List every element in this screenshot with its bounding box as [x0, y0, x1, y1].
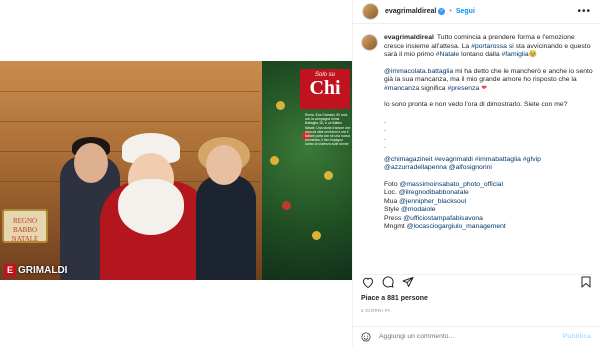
- mention-link[interactable]: @ilregnodibabbonatale: [399, 189, 469, 196]
- brand-bar: E GRIMALDI: [4, 264, 67, 277]
- credit-line: Style @modaiole: [384, 206, 593, 215]
- caption-paragraph: Io sono pronta e non vedo l'ora di dimos…: [384, 101, 568, 108]
- bookmark-icon[interactable]: [579, 275, 593, 289]
- santa-beard: [118, 179, 184, 235]
- credit-label: Style: [384, 206, 401, 213]
- post-date: 2 GIORNI FA: [361, 308, 391, 313]
- credit-line: Press @ufficiostampafabisavona: [384, 215, 593, 224]
- emoji: 🥹: [528, 51, 538, 58]
- username-link[interactable]: evagrimaldireal: [385, 8, 436, 15]
- sign-text: REGNO: [12, 217, 38, 225]
- post-header: evagrimaldireal ✓ • Segui •••: [353, 0, 600, 24]
- mention-link[interactable]: @azzurradellapenna: [384, 164, 447, 171]
- hashtag-link[interactable]: #mancanza: [384, 85, 419, 92]
- caption-avatar[interactable]: [361, 34, 378, 51]
- wall-plank: [0, 121, 260, 122]
- wall-plank: [0, 91, 260, 92]
- caption-dot: .: [384, 126, 386, 133]
- caption-paragraph: @immacolata.battaglia mi ha detto che le…: [384, 68, 593, 94]
- mention-link[interactable]: @jennipher_blacksoul: [399, 198, 466, 205]
- follow-button[interactable]: Segui: [456, 8, 475, 15]
- hashtag-link[interactable]: #gfvip: [523, 156, 541, 163]
- more-options-icon[interactable]: •••: [577, 6, 591, 17]
- avatar[interactable]: [362, 3, 379, 20]
- sign-text: NATALE: [11, 235, 39, 243]
- credit-label: Mngmt: [384, 223, 407, 230]
- post-photo-panel: REGNO BABBO NATALE Solo su Chi Roma. Eva…: [0, 0, 352, 346]
- brand-chip: E: [4, 264, 17, 277]
- caption-text: significa: [419, 84, 448, 92]
- credit-line: Foto @massimoinsabato_photo_official: [384, 181, 593, 190]
- mention-link[interactable]: @locasciogargiulo_management: [407, 223, 506, 230]
- share-icon[interactable]: [401, 275, 415, 289]
- caption-dot: .: [384, 134, 386, 142]
- separator-dot: •: [449, 8, 452, 15]
- post-photo[interactable]: REGNO BABBO NATALE Solo su Chi Roma. Eva…: [0, 61, 352, 280]
- caption-dot: .: [384, 143, 386, 150]
- like-heart-icon[interactable]: [361, 275, 375, 289]
- person-right: [196, 175, 256, 280]
- person-left-face: [74, 143, 108, 183]
- ornament: [270, 156, 279, 165]
- mention-link[interactable]: @ufficiostampafabisavona: [403, 215, 483, 222]
- chi-logo: Solo su Chi: [300, 69, 350, 109]
- heart-emoji: ❤: [481, 84, 487, 92]
- ornament: [324, 171, 333, 180]
- ornament: [312, 231, 321, 240]
- comment-bar: Pubblica: [352, 326, 600, 346]
- likes-count[interactable]: Piace a 881 persone: [361, 295, 428, 302]
- regno-sign: REGNO BABBO NATALE: [2, 209, 48, 243]
- credit-line: Loc. @ilregnodibabbonatale: [384, 189, 593, 198]
- credit-label: Loc.: [384, 189, 399, 196]
- action-bar: [361, 274, 593, 289]
- credit-label: Mua: [384, 197, 400, 205]
- tags-line: @chimagazineit #evagrimaldi #immabattagl…: [384, 156, 593, 165]
- caption-dot: .: [384, 117, 386, 125]
- mention-link[interactable]: @chimagazineit: [384, 156, 432, 163]
- sign-text: BABBO: [12, 226, 38, 234]
- person-right-face: [206, 145, 242, 185]
- credit-label: Foto: [384, 180, 400, 188]
- caption: evagrimaldireal Tutto comincia a prendere…: [361, 34, 593, 232]
- ornament: [276, 101, 285, 110]
- verified-badge-icon: ✓: [438, 8, 446, 15]
- caption-body: evagrimaldireal Tutto comincia a prendere…: [384, 34, 593, 232]
- caption-paragraph: evagrimaldireal Tutto comincia a prendere…: [384, 34, 593, 60]
- magazine-caption-text: Roma. Eva Grimaldi, 60 anni, con la comp…: [305, 113, 351, 147]
- emoji-icon[interactable]: [361, 331, 371, 342]
- credit-line: Mua @jennipher_blacksoul: [384, 198, 593, 207]
- mention-link[interactable]: @massimoinsabato_photo_official: [400, 181, 504, 188]
- mention-link[interactable]: @alfosignorini: [449, 164, 492, 171]
- chi-title: Chi: [309, 77, 341, 99]
- comment-icon[interactable]: [381, 275, 395, 289]
- hashtag-link[interactable]: #evagrimaldi: [434, 156, 473, 163]
- hashtag-link[interactable]: #Natale: [436, 51, 459, 58]
- tags-line: @azzurradellapenna @alfosignorini: [384, 164, 593, 173]
- hashtag-link[interactable]: #presenza: [447, 85, 479, 92]
- mention-link[interactable]: @immacolata.battaglia: [384, 68, 453, 75]
- ornament: [282, 201, 291, 210]
- hashtag-link[interactable]: #immabattaglia: [475, 156, 521, 163]
- brand-text: GRIMALDI: [18, 265, 68, 276]
- credit-line: Mngmt @locasciogargiulo_management: [384, 223, 593, 232]
- mention-link[interactable]: @modaiole: [401, 206, 435, 213]
- comment-input[interactable]: [379, 333, 563, 340]
- publish-button[interactable]: Pubblica: [563, 333, 591, 340]
- credit-label: Press: [384, 214, 404, 222]
- hashtag-link[interactable]: #portarossa: [471, 43, 507, 50]
- caption-text: lontano dalla: [459, 51, 502, 58]
- caption-username[interactable]: evagrimaldireal: [384, 34, 434, 41]
- hashtag-link[interactable]: #famiglia: [502, 51, 529, 58]
